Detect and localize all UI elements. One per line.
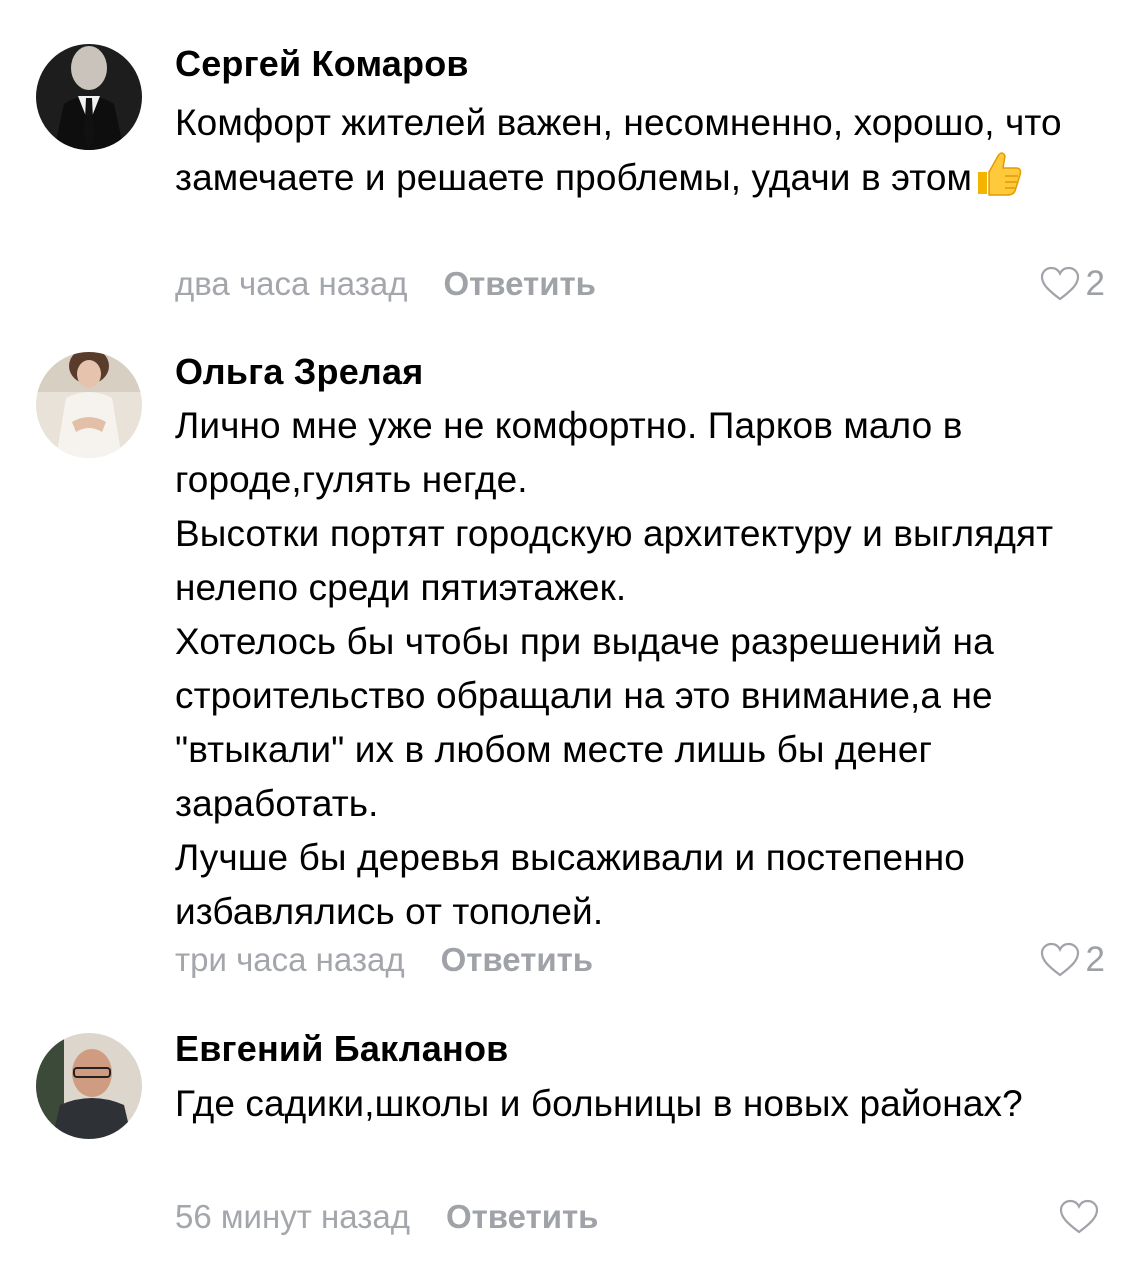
comment-meta: 56 минут назад Ответить — [175, 1197, 598, 1237]
comment-text: Лично мне уже не комфортно. Парков мало … — [175, 405, 1054, 932]
thumbs-up-icon — [974, 150, 1024, 213]
comment-text: Комфорт жителей важен, несомненно, хорош… — [175, 96, 1115, 213]
like-count: 2 — [1085, 940, 1105, 979]
heart-icon — [1040, 942, 1079, 977]
avatar-image — [36, 352, 142, 458]
avatar[interactable] — [36, 1033, 142, 1139]
comment-timestamp[interactable]: три часа назад — [175, 941, 405, 979]
heart-icon — [1059, 1199, 1099, 1234]
comment-text-content: Комфорт жителей важен, несомненно, хорош… — [175, 102, 1062, 198]
comment-text: Где садики,школы и больницы в новых райо… — [175, 1083, 1023, 1124]
avatar-image — [36, 1033, 142, 1139]
reply-button[interactable]: Ответить — [443, 265, 596, 303]
reply-button[interactable]: Ответить — [446, 1198, 599, 1236]
avatar[interactable] — [36, 44, 142, 150]
comment-author[interactable]: Евгений Бакланов — [175, 1029, 508, 1069]
like-button[interactable]: 2 — [1040, 940, 1105, 980]
like-button[interactable]: 2 — [1040, 264, 1105, 304]
comment-timestamp[interactable]: 56 минут назад — [175, 1198, 410, 1236]
comment-author[interactable]: Ольга Зрелая — [175, 352, 423, 392]
avatar-image — [36, 44, 142, 150]
like-count: 2 — [1085, 264, 1105, 303]
reply-button[interactable]: Ответить — [441, 941, 594, 979]
like-button[interactable] — [1059, 1197, 1105, 1237]
avatar[interactable] — [36, 352, 142, 458]
comment-meta: три часа назад Ответить — [175, 940, 593, 980]
comment-author[interactable]: Сергей Комаров — [175, 44, 469, 84]
comment-timestamp[interactable]: два часа назад — [175, 265, 407, 303]
comment-meta: два часа назад Ответить — [175, 264, 596, 304]
heart-icon — [1040, 266, 1079, 301]
